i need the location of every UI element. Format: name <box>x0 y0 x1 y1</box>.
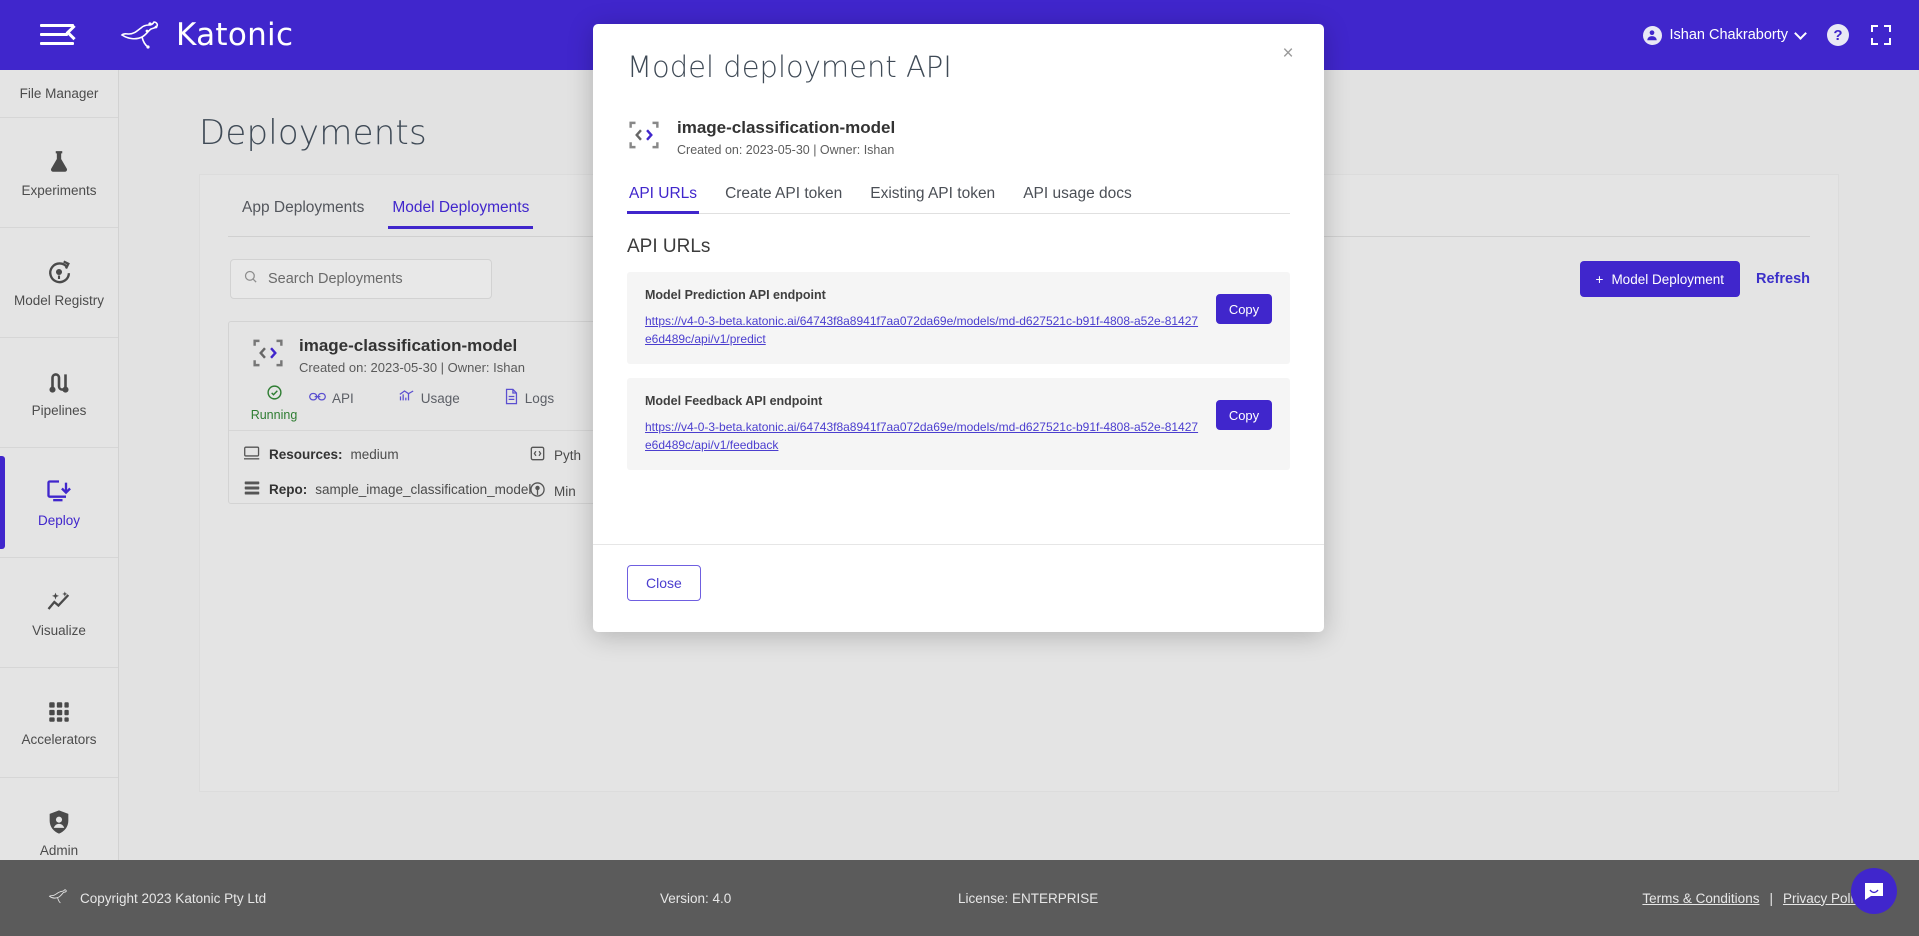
endpoint-feedback-main: Model Feedback API endpoint https://v4-0… <box>645 394 1216 454</box>
tab-existing-api-token[interactable]: Existing API token <box>856 185 1009 213</box>
model-deployment-api-modal: Model deployment API × image-classificat… <box>593 24 1324 632</box>
endpoint-label: Model Feedback API endpoint <box>645 394 823 408</box>
copy-feedback-url-button[interactable]: Copy <box>1216 400 1272 430</box>
modal-model-meta: Created on: 2023-05-30 | Owner: Ishan <box>677 143 895 157</box>
tab-api-usage-docs[interactable]: API usage docs <box>1009 185 1146 213</box>
modal-header: Model deployment API × <box>593 24 1324 84</box>
endpoint-prediction: Model Prediction API endpoint https://v4… <box>627 272 1290 364</box>
endpoint-feedback: Model Feedback API endpoint https://v4-0… <box>627 378 1290 470</box>
modal-body: API URLs Model Prediction API endpoint h… <box>593 214 1324 544</box>
copy-prediction-url-button[interactable]: Copy <box>1216 294 1272 324</box>
modal-title: Model deployment API <box>627 50 952 84</box>
api-urls-section-title: API URLs <box>627 236 711 257</box>
modal-tabs: API URLs Create API token Existing API t… <box>627 185 1290 214</box>
modal-footer: Close <box>593 544 1324 632</box>
close-icon[interactable]: × <box>1274 40 1302 68</box>
endpoint-prediction-main: Model Prediction API endpoint https://v4… <box>645 288 1216 348</box>
close-button[interactable]: Close <box>627 565 701 601</box>
endpoint-url[interactable]: https://v4-0-3-beta.katonic.ai/64743f8a8… <box>645 312 1200 348</box>
modal-model-name: image-classification-model <box>677 118 896 137</box>
modal-overlay: Model deployment API × image-classificat… <box>0 0 1919 936</box>
endpoint-label: Model Prediction API endpoint <box>645 288 826 302</box>
chat-bubble-icon[interactable] <box>1851 868 1897 914</box>
tab-api-urls[interactable]: API URLs <box>627 185 711 214</box>
modal-model-summary: image-classification-model Created on: 2… <box>593 84 1324 157</box>
code-brackets-icon <box>627 118 661 157</box>
endpoint-url[interactable]: https://v4-0-3-beta.katonic.ai/64743f8a8… <box>645 418 1200 454</box>
tab-create-api-token[interactable]: Create API token <box>711 185 856 213</box>
app-root: Katonic Ishan Chakraborty ? File Manager <box>0 0 1919 936</box>
